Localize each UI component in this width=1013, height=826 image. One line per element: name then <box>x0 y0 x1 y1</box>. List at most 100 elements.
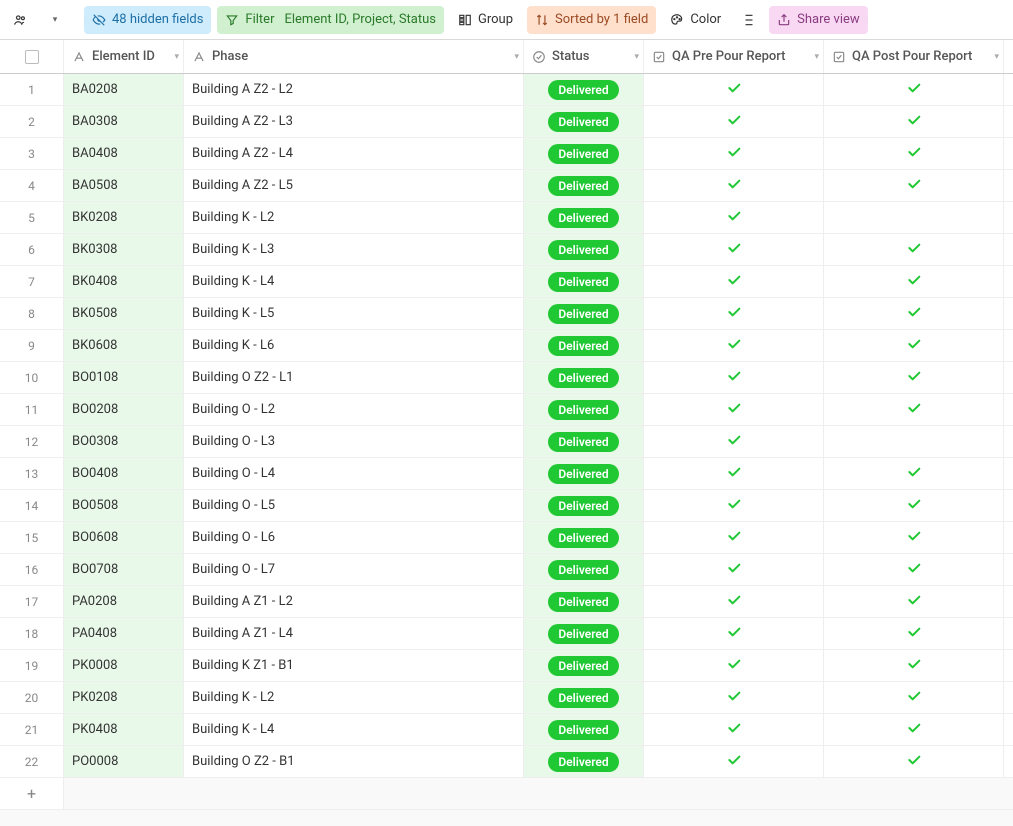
cell-qa-post[interactable] <box>824 266 1004 297</box>
cell-qa-post[interactable] <box>824 426 1004 457</box>
cell-qa-post[interactable] <box>824 554 1004 585</box>
group-button[interactable]: Group <box>450 6 521 34</box>
cell-element-id[interactable]: BO0508 <box>64 490 184 521</box>
cell-element-id[interactable]: PA0408 <box>64 618 184 649</box>
cell-phase[interactable]: Building O - L6 <box>184 522 524 553</box>
cell-element-id[interactable]: BA0208 <box>64 74 184 105</box>
cell-status[interactable]: Delivered <box>524 714 644 745</box>
cell-element-id[interactable]: BK0608 <box>64 330 184 361</box>
cell-element-id[interactable]: BO0308 <box>64 426 184 457</box>
cell-status[interactable]: Delivered <box>524 554 644 585</box>
cell-qa-pre[interactable] <box>644 138 824 169</box>
table-row[interactable]: 12BO0308Building O - L3Delivered <box>0 426 1013 458</box>
row-number[interactable]: 7 <box>0 266 64 297</box>
add-row[interactable]: + <box>0 778 1013 810</box>
row-number[interactable]: 15 <box>0 522 64 553</box>
row-number[interactable]: 10 <box>0 362 64 393</box>
header-phase[interactable]: Phase ▾ <box>184 40 524 73</box>
cell-phase[interactable]: Building O - L7 <box>184 554 524 585</box>
cell-phase[interactable]: Building K - L4 <box>184 266 524 297</box>
cell-status[interactable]: Delivered <box>524 522 644 553</box>
cell-status[interactable]: Delivered <box>524 490 644 521</box>
add-row-button[interactable]: + <box>0 778 64 809</box>
row-number[interactable]: 20 <box>0 682 64 713</box>
cell-qa-pre[interactable] <box>644 554 824 585</box>
table-row[interactable]: 1BA0208Building A Z2 - L2Delivered <box>0 74 1013 106</box>
cell-qa-pre[interactable] <box>644 202 824 233</box>
sort-button[interactable]: Sorted by 1 field <box>527 6 656 34</box>
cell-phase[interactable]: Building O - L4 <box>184 458 524 489</box>
cell-element-id[interactable]: BO0408 <box>64 458 184 489</box>
cell-phase[interactable]: Building K - L5 <box>184 298 524 329</box>
cell-status[interactable]: Delivered <box>524 586 644 617</box>
cell-status[interactable]: Delivered <box>524 298 644 329</box>
row-number[interactable]: 14 <box>0 490 64 521</box>
cell-element-id[interactable]: PK0208 <box>64 682 184 713</box>
cell-element-id[interactable]: BA0408 <box>64 138 184 169</box>
table-row[interactable]: 7BK0408Building K - L4Delivered <box>0 266 1013 298</box>
cell-status[interactable]: Delivered <box>524 618 644 649</box>
table-row[interactable]: 2BA0308Building A Z2 - L3Delivered <box>0 106 1013 138</box>
header-qa-pre[interactable]: QA Pre Pour Report ▾ <box>644 40 824 73</box>
table-row[interactable]: 10BO0108Building O Z2 - L1Delivered <box>0 362 1013 394</box>
cell-qa-pre[interactable] <box>644 298 824 329</box>
chevron-down-icon[interactable]: ▾ <box>174 52 179 62</box>
cell-qa-post[interactable] <box>824 650 1004 681</box>
share-view-button[interactable]: Share view <box>769 6 867 34</box>
cell-phase[interactable]: Building K - L3 <box>184 234 524 265</box>
cell-qa-pre[interactable] <box>644 234 824 265</box>
cell-qa-post[interactable] <box>824 458 1004 489</box>
row-number[interactable]: 17 <box>0 586 64 617</box>
cell-qa-pre[interactable] <box>644 746 824 777</box>
cell-qa-pre[interactable] <box>644 618 824 649</box>
cell-status[interactable]: Delivered <box>524 426 644 457</box>
row-number[interactable]: 13 <box>0 458 64 489</box>
cell-qa-pre[interactable] <box>644 106 824 137</box>
table-row[interactable]: 17PA0208Building A Z1 - L2Delivered <box>0 586 1013 618</box>
cell-phase[interactable]: Building K - L4 <box>184 714 524 745</box>
cell-status[interactable]: Delivered <box>524 746 644 777</box>
cell-phase[interactable]: Building A Z2 - L3 <box>184 106 524 137</box>
select-all-checkbox[interactable] <box>25 50 39 64</box>
cell-element-id[interactable]: PK0408 <box>64 714 184 745</box>
hidden-fields-button[interactable]: 48 hidden fields <box>84 6 211 34</box>
cell-qa-post[interactable] <box>824 682 1004 713</box>
cell-phase[interactable]: Building K Z1 - B1 <box>184 650 524 681</box>
row-number[interactable]: 1 <box>0 74 64 105</box>
cell-qa-pre[interactable] <box>644 650 824 681</box>
cell-qa-pre[interactable] <box>644 586 824 617</box>
cell-phase[interactable]: Building A Z1 - L4 <box>184 618 524 649</box>
cell-qa-pre[interactable] <box>644 394 824 425</box>
row-number[interactable]: 9 <box>0 330 64 361</box>
cell-qa-pre[interactable] <box>644 490 824 521</box>
table-row[interactable]: 5BK0208Building K - L2Delivered <box>0 202 1013 234</box>
row-number[interactable]: 22 <box>0 746 64 777</box>
cell-element-id[interactable]: BK0408 <box>64 266 184 297</box>
chevron-down-icon[interactable]: ▾ <box>814 52 819 62</box>
cell-phase[interactable]: Building K - L6 <box>184 330 524 361</box>
cell-status[interactable]: Delivered <box>524 170 644 201</box>
table-row[interactable]: 15BO0608Building O - L6Delivered <box>0 522 1013 554</box>
table-row[interactable]: 21PK0408Building K - L4Delivered <box>0 714 1013 746</box>
cell-phase[interactable]: Building A Z2 - L2 <box>184 74 524 105</box>
table-row[interactable]: 13BO0408Building O - L4Delivered <box>0 458 1013 490</box>
cell-status[interactable]: Delivered <box>524 234 644 265</box>
row-number[interactable]: 21 <box>0 714 64 745</box>
cell-status[interactable]: Delivered <box>524 650 644 681</box>
table-row[interactable]: 4BA0508Building A Z2 - L5Delivered <box>0 170 1013 202</box>
chevron-down-icon[interactable]: ▾ <box>634 52 639 62</box>
cell-element-id[interactable]: BO0108 <box>64 362 184 393</box>
toolbar-more-button[interactable]: ▾ <box>40 6 68 34</box>
table-row[interactable]: 16BO0708Building O - L7Delivered <box>0 554 1013 586</box>
cell-qa-post[interactable] <box>824 586 1004 617</box>
cell-qa-pre[interactable] <box>644 330 824 361</box>
table-row[interactable]: 3BA0408Building A Z2 - L4Delivered <box>0 138 1013 170</box>
row-number[interactable]: 6 <box>0 234 64 265</box>
cell-status[interactable]: Delivered <box>524 74 644 105</box>
cell-qa-post[interactable] <box>824 746 1004 777</box>
row-number[interactable]: 8 <box>0 298 64 329</box>
cell-status[interactable]: Delivered <box>524 266 644 297</box>
table-row[interactable]: 9BK0608Building K - L6Delivered <box>0 330 1013 362</box>
cell-phase[interactable]: Building K - L2 <box>184 682 524 713</box>
filter-button[interactable]: Filter Element ID, Project, Status <box>217 6 444 34</box>
